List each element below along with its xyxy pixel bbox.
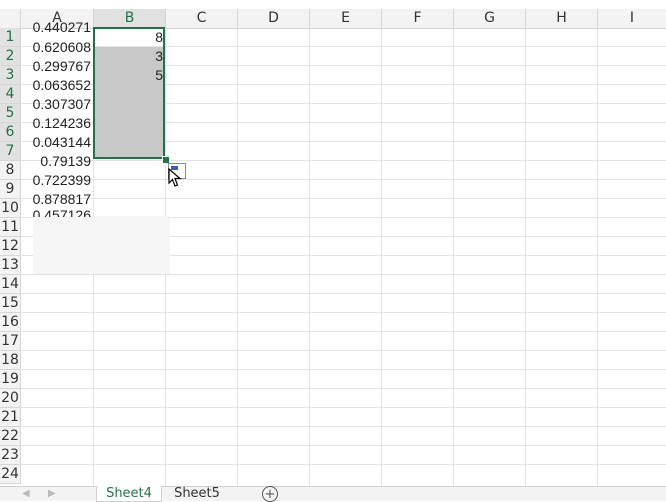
row-header-7[interactable]: 7 <box>0 142 21 161</box>
column-header-f[interactable]: F <box>382 9 454 29</box>
row-header-19[interactable]: 19 <box>0 370 21 389</box>
row-header-24[interactable]: 24 <box>0 465 21 484</box>
row-header-8[interactable]: 8 <box>0 161 21 180</box>
column-header-i[interactable]: I <box>598 9 666 29</box>
cell-a11[interactable]: 0.457126 <box>21 206 91 217</box>
column-header-b[interactable]: B <box>94 9 166 29</box>
row-header-13[interactable]: 13 <box>0 256 21 275</box>
row-header-2[interactable]: 2 <box>0 47 21 66</box>
gridline <box>381 28 382 486</box>
drag-preview-ghost <box>33 216 170 274</box>
column-header-h[interactable]: H <box>526 9 598 29</box>
row-header-20[interactable]: 20 <box>0 389 21 408</box>
row-header-22[interactable]: 22 <box>0 427 21 446</box>
gridline <box>525 28 526 486</box>
cell-a6[interactable]: 0.124236 <box>21 114 91 133</box>
cell-a2[interactable]: 0.620608 <box>21 38 91 57</box>
gridline <box>20 179 666 180</box>
row-header-16[interactable]: 16 <box>0 313 21 332</box>
gridline <box>20 274 666 275</box>
mouse-cursor-icon <box>168 168 182 187</box>
row-header-9[interactable]: 9 <box>0 180 21 199</box>
gridline <box>20 312 666 313</box>
gridline <box>20 293 666 294</box>
gridline <box>597 28 598 486</box>
gridline <box>20 426 666 427</box>
row-header-18[interactable]: 18 <box>0 351 21 370</box>
column-header-d[interactable]: D <box>238 9 310 29</box>
gridline <box>20 331 666 332</box>
row-header-15[interactable]: 15 <box>0 294 21 313</box>
gridline <box>20 407 666 408</box>
gridline <box>20 388 666 389</box>
gridline <box>20 350 666 351</box>
spreadsheet-grid[interactable]: A B C D E F G H I 1 2 3 4 5 6 7 8 9 10 1… <box>0 0 666 486</box>
tab-scroll-right-icon[interactable]: ▶ <box>48 488 56 499</box>
gridline <box>237 28 238 486</box>
row-header-1[interactable]: 1 <box>0 28 21 47</box>
sheet-tab-bar: ◀ ▶ Sheet4 Sheet5 + <box>0 486 666 502</box>
gridline <box>20 464 666 465</box>
cell-a7[interactable]: 0.043144 <box>21 133 91 152</box>
row-header-12[interactable]: 12 <box>0 237 21 256</box>
cell-a5[interactable]: 0.307307 <box>21 95 91 114</box>
cell-a4[interactable]: 0.063652 <box>21 76 91 95</box>
tab-scroll-left-icon[interactable]: ◀ <box>22 488 30 499</box>
row-header-10[interactable]: 10 <box>0 199 21 218</box>
cell-a8[interactable]: 0.79139 <box>21 152 91 171</box>
tab-sheet5[interactable]: Sheet5 <box>167 486 227 501</box>
gridline <box>20 198 666 199</box>
row-header-6[interactable]: 6 <box>0 123 21 142</box>
cell-a9[interactable]: 0.722399 <box>21 171 91 190</box>
row-header-21[interactable]: 21 <box>0 408 21 427</box>
column-header-c[interactable]: C <box>166 9 238 29</box>
row-header-14[interactable]: 14 <box>0 275 21 294</box>
cell-a3[interactable]: 0.299767 <box>21 57 91 76</box>
row-header-3[interactable]: 3 <box>0 66 21 85</box>
gridline <box>20 160 666 161</box>
gridline <box>309 28 310 486</box>
row-header-11[interactable]: 11 <box>0 218 21 237</box>
select-all-corner[interactable] <box>0 9 21 29</box>
gridline <box>20 445 666 446</box>
row-header-23[interactable]: 23 <box>0 446 21 465</box>
column-header-g[interactable]: G <box>454 9 526 29</box>
column-header-e[interactable]: E <box>310 9 382 29</box>
gridline <box>453 28 454 486</box>
row-header-17[interactable]: 17 <box>0 332 21 351</box>
cell-a1[interactable]: 0.440271 <box>21 18 91 37</box>
gridline <box>20 369 666 370</box>
row-header-4[interactable]: 4 <box>0 85 21 104</box>
row-header-5[interactable]: 5 <box>0 104 21 123</box>
selection-border <box>93 27 165 159</box>
